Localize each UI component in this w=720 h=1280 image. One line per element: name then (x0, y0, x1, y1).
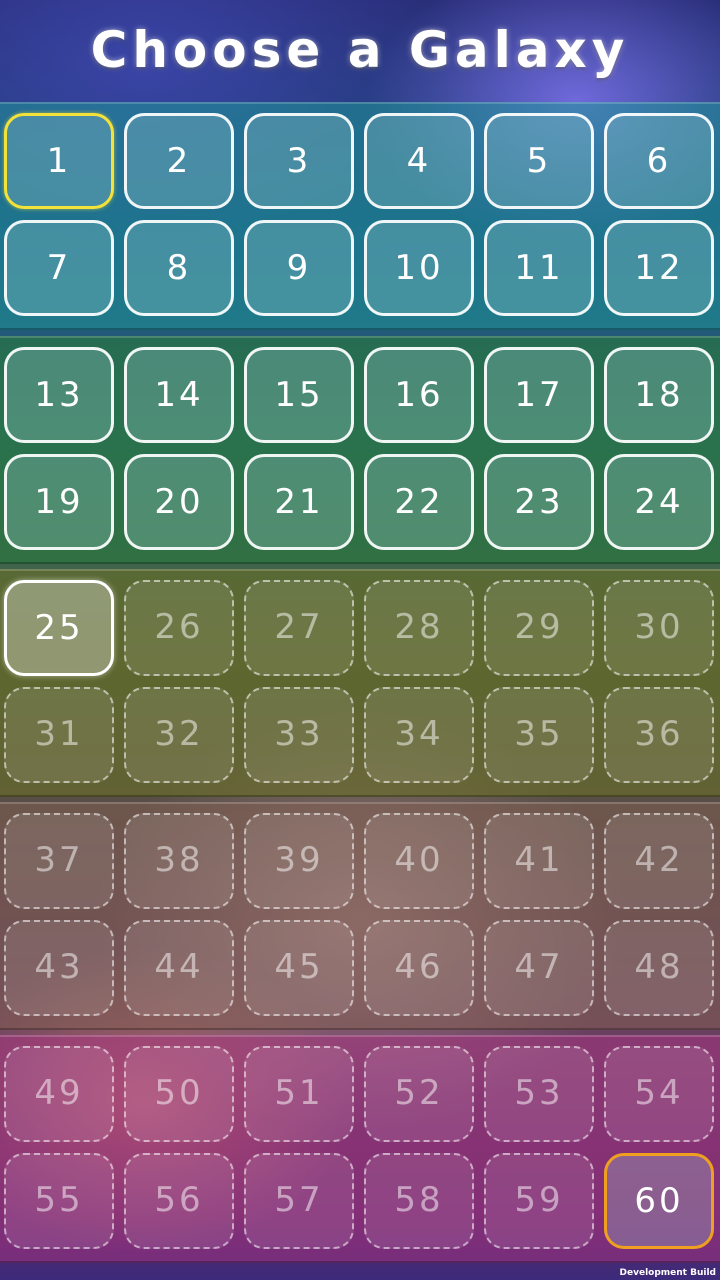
galaxy-20-button[interactable]: 20 (124, 454, 234, 550)
galaxy-49-button[interactable]: 49 (4, 1046, 114, 1142)
galaxy-51-button[interactable]: 51 (244, 1046, 354, 1142)
galaxy-35-button[interactable]: 35 (484, 687, 594, 783)
galaxy-16-button[interactable]: 16 (364, 347, 474, 443)
galaxy-17-button[interactable]: 17 (484, 347, 594, 443)
galaxy-14-button[interactable]: 14 (124, 347, 234, 443)
galaxy-37-button[interactable]: 37 (4, 813, 114, 909)
galaxy-40-button[interactable]: 40 (364, 813, 474, 909)
galaxy-12-button[interactable]: 12 (604, 220, 714, 316)
galaxy-57-button[interactable]: 57 (244, 1153, 354, 1249)
galaxy-41-button[interactable]: 41 (484, 813, 594, 909)
build-label: Development Build (619, 1268, 716, 1278)
galaxy-34-button[interactable]: 34 (364, 687, 474, 783)
galaxy-55-button[interactable]: 55 (4, 1153, 114, 1249)
galaxy-24-button[interactable]: 24 (604, 454, 714, 550)
galaxy-59-button[interactable]: 59 (484, 1153, 594, 1249)
galaxy-11-button[interactable]: 11 (484, 220, 594, 316)
galaxy-27-button[interactable]: 27 (244, 580, 354, 676)
galaxy-38-button[interactable]: 38 (124, 813, 234, 909)
galaxy-22-button[interactable]: 22 (364, 454, 474, 550)
galaxy-33-button[interactable]: 33 (244, 687, 354, 783)
galaxy-52-button[interactable]: 52 (364, 1046, 474, 1142)
galaxy-28-button[interactable]: 28 (364, 580, 474, 676)
galaxy-46-button[interactable]: 46 (364, 920, 474, 1016)
galaxy-50-button[interactable]: 50 (124, 1046, 234, 1142)
galaxy-13-button[interactable]: 13 (4, 347, 114, 443)
galaxy-31-button[interactable]: 31 (4, 687, 114, 783)
page-title: Choose a Galaxy (90, 21, 630, 79)
galaxy-54-button[interactable]: 54 (604, 1046, 714, 1142)
galaxy-1-button[interactable]: 1 (4, 113, 114, 209)
galaxy-15-button[interactable]: 15 (244, 347, 354, 443)
galaxy-60-button[interactable]: 60 (604, 1153, 714, 1249)
galaxy-42-button[interactable]: 42 (604, 813, 714, 909)
galaxy-2-button[interactable]: 2 (124, 113, 234, 209)
galaxy-19-button[interactable]: 19 (4, 454, 114, 550)
galaxy-30-button[interactable]: 30 (604, 580, 714, 676)
galaxy-43-button[interactable]: 43 (4, 920, 114, 1016)
galaxy-39-button[interactable]: 39 (244, 813, 354, 909)
galaxy-6-button[interactable]: 6 (604, 113, 714, 209)
galaxy-29-button[interactable]: 29 (484, 580, 594, 676)
galaxy-8-button[interactable]: 8 (124, 220, 234, 316)
galaxy-21-button[interactable]: 21 (244, 454, 354, 550)
galaxy-9-button[interactable]: 9 (244, 220, 354, 316)
galaxy-23-button[interactable]: 23 (484, 454, 594, 550)
galaxy-18-button[interactable]: 18 (604, 347, 714, 443)
galaxy-3-button[interactable]: 3 (244, 113, 354, 209)
galaxy-58-button[interactable]: 58 (364, 1153, 474, 1249)
galaxy-48-button[interactable]: 48 (604, 920, 714, 1016)
galaxy-32-button[interactable]: 32 (124, 687, 234, 783)
galaxy-44-button[interactable]: 44 (124, 920, 234, 1016)
galaxy-26-button[interactable]: 26 (124, 580, 234, 676)
galaxy-45-button[interactable]: 45 (244, 920, 354, 1016)
galaxy-56-button[interactable]: 56 (124, 1153, 234, 1249)
galaxy-36-button[interactable]: 36 (604, 687, 714, 783)
galaxy-10-button[interactable]: 10 (364, 220, 474, 316)
galaxy-7-button[interactable]: 7 (4, 220, 114, 316)
galaxy-5-button[interactable]: 5 (484, 113, 594, 209)
galaxy-4-button[interactable]: 4 (364, 113, 474, 209)
galaxy-47-button[interactable]: 47 (484, 920, 594, 1016)
galaxy-53-button[interactable]: 53 (484, 1046, 594, 1142)
galaxy-25-button[interactable]: 25 (4, 580, 114, 676)
